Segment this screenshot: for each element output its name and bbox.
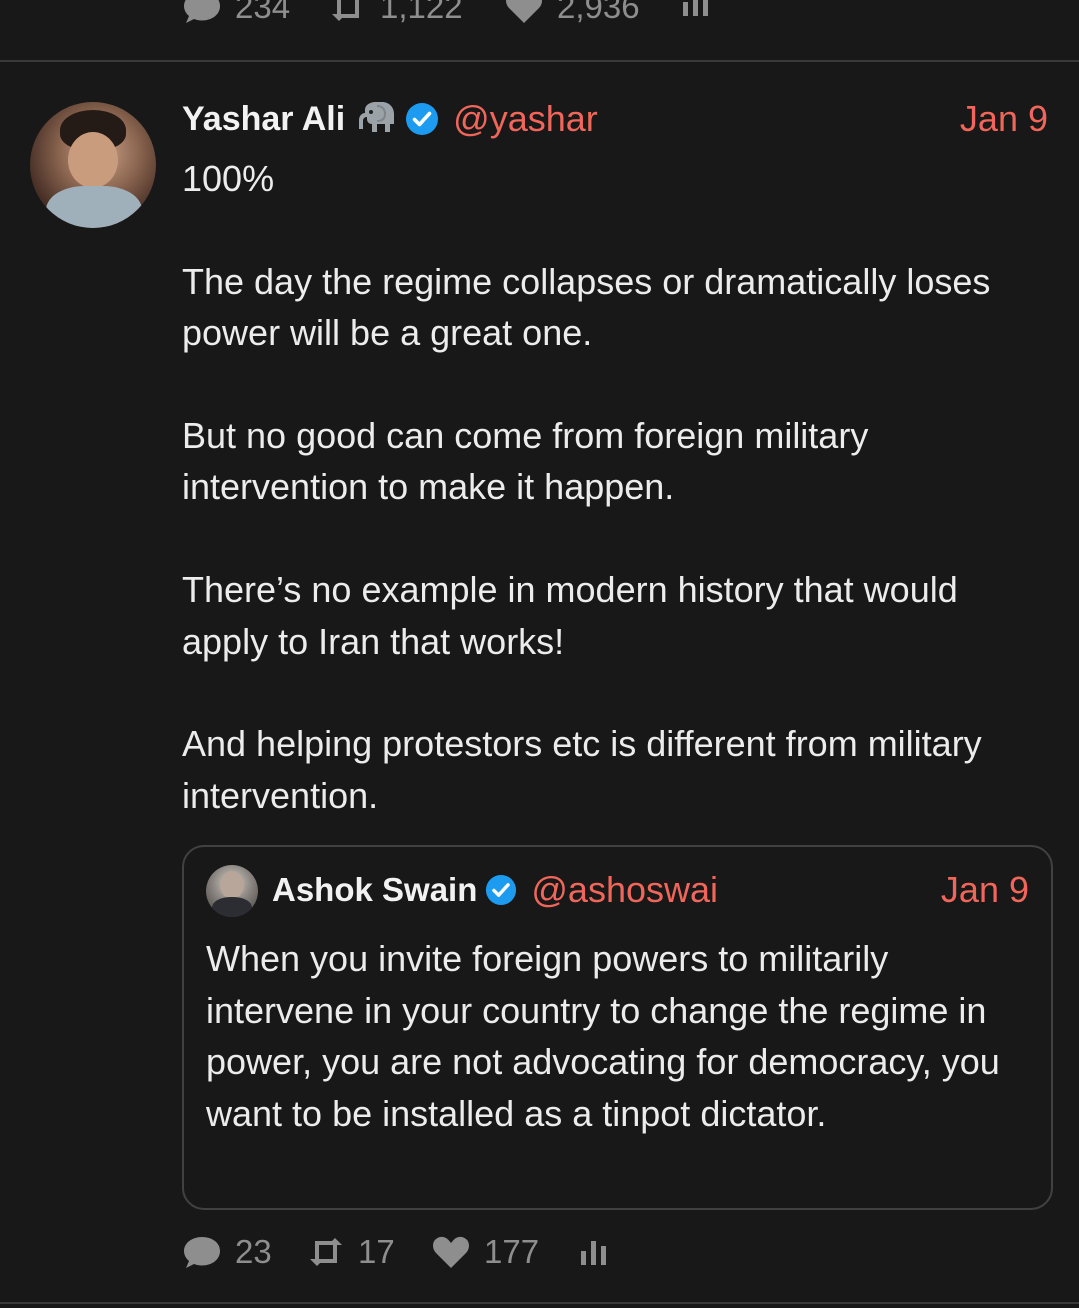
retweet-button[interactable]: 17 [306, 1228, 395, 1276]
analytics-button[interactable] [682, 0, 710, 18]
quoted-tweet-header: Ashok Swain @ashoswai [272, 867, 718, 913]
elephant-emoji-icon [357, 100, 397, 138]
analytics-icon [683, 0, 708, 16]
reply-count: 23 [235, 1233, 272, 1270]
heart-icon [506, 0, 542, 23]
reply-count: 234 [235, 0, 291, 25]
quoted-tweet-text: When you invite foreign powers to milita… [206, 938, 1000, 1134]
quoted-author-avatar [206, 865, 258, 917]
retweet-count: 1,122 [380, 0, 463, 25]
author-handle[interactable]: @yashar [453, 98, 598, 140]
reply-button[interactable]: 23 [182, 1228, 272, 1276]
retweet-icon [310, 1238, 342, 1266]
like-count: 2,936 [557, 0, 640, 25]
tweet-actions: 23 17 177 [0, 1228, 1079, 1276]
quoted-tweet[interactable]: Ashok Swain @ashoswai Jan 9 When you inv… [182, 845, 1053, 1210]
reply-icon [184, 0, 220, 23]
retweet-icon [332, 0, 364, 21]
divider [0, 1302, 1079, 1304]
previous-tweet-actions: 234 1,122 2,936 [0, 0, 1079, 62]
verified-badge-icon [485, 874, 517, 906]
retweet-button[interactable]: 1,122 [328, 0, 463, 26]
analytics-icon [581, 1241, 606, 1265]
heart-icon [433, 1236, 469, 1268]
quoted-author-handle: @ashoswai [531, 869, 719, 910]
like-button[interactable]: 2,936 [505, 0, 640, 26]
tweet-date[interactable]: Jan 9 [960, 96, 1048, 142]
quoted-tweet-date: Jan 9 [940, 869, 1029, 910]
verified-badge-icon [405, 102, 439, 136]
quoted-author-name: Ashok Swain [272, 871, 478, 908]
reply-icon [184, 1237, 220, 1268]
author-avatar[interactable] [30, 102, 156, 228]
tweet-text: 100% The day the regime collapses or dra… [182, 158, 991, 816]
retweet-count: 17 [358, 1233, 395, 1270]
author-name[interactable]: Yashar Ali [182, 100, 345, 139]
tweet-thread: 234 1,122 2,936 Yashar Ali @yashar Jan 9… [0, 0, 1079, 1308]
analytics-button[interactable] [580, 1228, 608, 1276]
like-button[interactable]: 177 [432, 1228, 539, 1276]
like-count: 177 [484, 1233, 540, 1270]
reply-button[interactable]: 234 [182, 0, 290, 26]
tweet-header: Yashar Ali @yashar [182, 96, 598, 142]
